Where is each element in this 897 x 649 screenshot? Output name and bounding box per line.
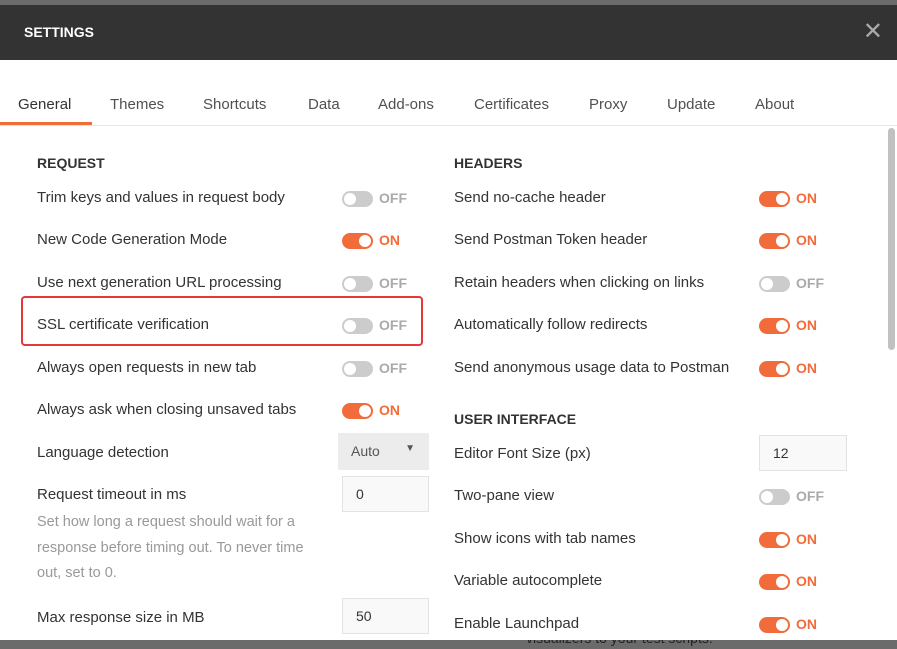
toggle-state: ON	[796, 616, 817, 632]
setting-label: Send no-cache header	[454, 189, 606, 206]
toggle-switch[interactable]	[759, 318, 790, 334]
setting-label: Send anonymous usage data to Postman	[454, 359, 730, 376]
setting-label: Retain headers when clicking on links	[454, 274, 705, 291]
tab-shortcuts[interactable]: Shortcuts	[203, 96, 266, 113]
setting-label: Always open requests in new tab	[37, 359, 257, 376]
toggle-state: ON	[379, 402, 400, 418]
tab-general[interactable]: General	[18, 96, 71, 113]
toggle-switch[interactable]	[759, 617, 790, 633]
toggle-state: OFF	[796, 488, 824, 504]
toggle-switch[interactable]	[759, 276, 790, 292]
setting-label: Two-pane view	[454, 487, 555, 504]
toggle-state: ON	[796, 317, 817, 333]
setting-label: Automatically follow redirects	[454, 316, 648, 333]
tab-certificates[interactable]: Certificates	[474, 96, 549, 113]
section-ui-heading: USER INTERFACE	[454, 411, 577, 427]
toggle-switch[interactable]	[759, 361, 790, 377]
timeout-input[interactable]: 0	[342, 476, 429, 512]
tab-themes[interactable]: Themes	[110, 96, 164, 113]
toggle-state: ON	[796, 573, 817, 589]
setting-help-text: Set how long a request should wait for a…	[37, 514, 304, 581]
toggle-state: ON	[796, 190, 817, 206]
tab-bar: General Themes Shortcuts Data Add-ons Certifi…	[0, 60, 897, 126]
toggle-switch[interactable]	[759, 574, 790, 590]
section-headers-heading: HEADERS	[454, 155, 523, 171]
scrollbar[interactable]	[888, 128, 895, 350]
setting-label: Request timeout in ms	[37, 486, 187, 503]
setting-label: Use next generation URL processing	[37, 274, 282, 291]
active-tab-indicator	[0, 122, 92, 125]
language-select[interactable]: Auto ▼	[338, 433, 429, 470]
toggle-state: OFF	[379, 190, 407, 206]
toggle-switch[interactable]	[759, 489, 790, 505]
tab-about[interactable]: About	[755, 96, 794, 113]
toggle-switch[interactable]	[759, 191, 790, 207]
section-request-heading: REQUEST	[37, 155, 105, 171]
setting-label: Variable autocomplete	[454, 572, 603, 589]
toggle-switch[interactable]	[342, 276, 373, 292]
setting-label: New Code Generation Mode	[37, 231, 228, 248]
toggle-switch[interactable]	[342, 191, 373, 207]
tab-update[interactable]: Update	[667, 96, 715, 113]
toggle-switch[interactable]	[759, 532, 790, 548]
setting-label: Enable Launchpad	[454, 615, 580, 632]
setting-label: Language detection	[37, 444, 169, 461]
select-value: Auto	[351, 443, 380, 459]
toggle-state: ON	[796, 531, 817, 547]
max-size-input[interactable]: 50	[342, 598, 429, 634]
setting-label: Max response size in MB	[37, 609, 205, 626]
chevron-down-icon: ▼	[405, 443, 415, 454]
modal-header: SETTINGS ✕	[0, 5, 897, 60]
toggle-state: ON	[796, 360, 817, 376]
toggle-switch[interactable]	[759, 233, 790, 249]
toggle-switch[interactable]	[342, 403, 373, 419]
setting-label: Always ask when closing unsaved tabs	[37, 401, 297, 418]
toggle-state: ON	[379, 232, 400, 248]
toggle-state: OFF	[796, 275, 824, 291]
toggle-switch[interactable]	[342, 361, 373, 377]
tab-proxy[interactable]: Proxy	[589, 96, 627, 113]
setting-label: Editor Font Size (px)	[454, 445, 591, 462]
setting-label: Send Postman Token header	[454, 231, 648, 248]
modal-title: SETTINGS	[24, 24, 95, 40]
toggle-state: ON	[796, 232, 817, 248]
tab-data[interactable]: Data	[308, 96, 340, 113]
toggle-state: OFF	[379, 360, 407, 376]
highlight-box	[21, 296, 423, 346]
font-size-input[interactable]: 12	[759, 435, 847, 471]
setting-label: Trim keys and values in request body	[37, 189, 285, 206]
close-icon[interactable]: ✕	[863, 17, 883, 46]
tab-add-ons[interactable]: Add-ons	[378, 96, 434, 113]
toggle-switch[interactable]	[342, 233, 373, 249]
setting-label: Show icons with tab names	[454, 530, 636, 547]
settings-modal: SETTINGS ✕ General Themes Shortcuts Data Add…	[0, 5, 897, 640]
toggle-state: OFF	[379, 275, 407, 291]
